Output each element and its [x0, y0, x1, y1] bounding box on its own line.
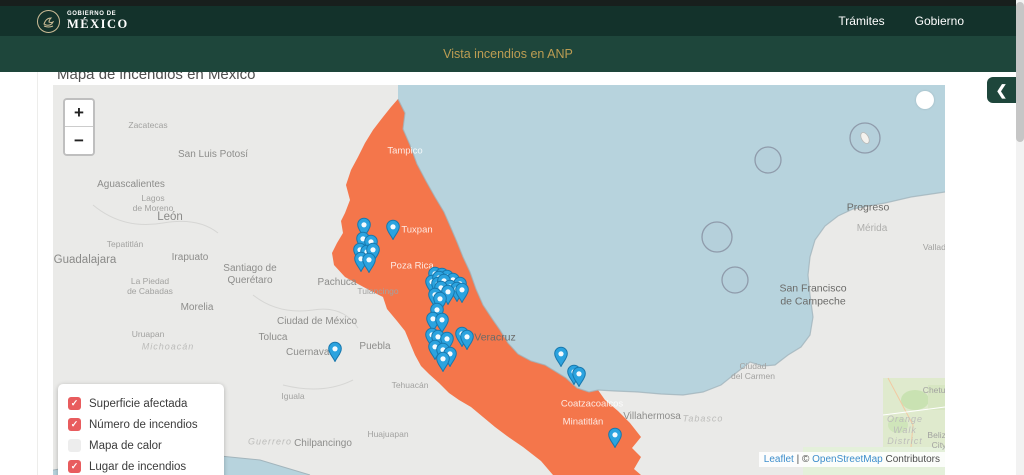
chevron-left-icon: ❮	[996, 82, 1008, 99]
map-pin-icon	[572, 366, 587, 387]
brand-text: GOBIERNO DE MÉXICO	[67, 11, 129, 30]
banner-title: Vista incendios en ANP	[443, 47, 573, 61]
nav-link-gobierno[interactable]: Gobierno	[915, 14, 964, 28]
legend-checkbox[interactable]: ✓	[68, 418, 81, 431]
gobierno-de-mexico-logo[interactable]: GOBIERNO DE MÉXICO	[37, 10, 129, 33]
zoom-in-button[interactable]: +	[65, 100, 93, 127]
zoom-out-button[interactable]: −	[65, 127, 93, 154]
scrollbar-thumb[interactable]	[1016, 2, 1024, 142]
mexico-seal-icon	[37, 10, 60, 33]
legend-item: ✓ Lugar de incendios	[68, 456, 214, 475]
fire-location-marker[interactable]	[436, 351, 451, 372]
side-panel-toggle-button[interactable]: ❮	[987, 77, 1016, 103]
zoom-control: + −	[63, 98, 95, 156]
fire-location-marker[interactable]	[362, 252, 377, 273]
map-pin-icon	[608, 427, 623, 448]
nav-link-tramites[interactable]: Trámites	[838, 14, 884, 28]
layers-legend: ✓ Superficie afectada ✓ Número de incendios…	[58, 384, 224, 475]
legend-checkbox[interactable]	[68, 439, 81, 452]
fire-location-marker[interactable]	[455, 282, 470, 303]
fire-location-marker[interactable]	[608, 427, 623, 448]
legend-label: Superficie afectada	[89, 398, 187, 410]
attribution-tail: Contributors	[883, 454, 940, 465]
fire-location-marker[interactable]	[386, 219, 401, 240]
legend-checkbox[interactable]: ✓	[68, 460, 81, 473]
legend-item: ✓ Número de incendios	[68, 414, 214, 435]
map-pin-icon	[328, 341, 343, 362]
page-left-border	[37, 72, 38, 475]
map-pin-icon	[362, 252, 377, 273]
fire-location-marker[interactable]	[460, 329, 475, 350]
gov-nav: Trámites Gobierno	[838, 14, 1016, 28]
legend-label: Mapa de calor	[89, 440, 162, 452]
white-circle-marker	[916, 91, 934, 109]
app-banner: Vista incendios en ANP	[0, 36, 1016, 72]
fire-location-marker[interactable]	[572, 366, 587, 387]
map-attribution: Leaflet | © OpenStreetMap Contributors	[759, 452, 945, 467]
leaflet-link[interactable]: Leaflet	[764, 454, 794, 465]
map-pin-icon	[386, 219, 401, 240]
map-pin-icon	[455, 282, 470, 303]
attribution-separator: | ©	[794, 454, 812, 465]
leaflet-map[interactable]: ZacatecasSan Luis PotosíAguascalientesLa…	[53, 85, 945, 475]
fire-location-marker[interactable]	[328, 341, 343, 362]
map-pin-icon	[460, 329, 475, 350]
page-scrollbar[interactable]	[1016, 0, 1024, 475]
legend-label: Lugar de incendios	[89, 461, 186, 473]
openstreetmap-link[interactable]: OpenStreetMap	[812, 454, 883, 465]
gov-header: GOBIERNO DE MÉXICO Trámites Gobierno	[0, 6, 1016, 36]
legend-item: Mapa de calor	[68, 435, 214, 456]
legend-label: Número de incendios	[89, 419, 198, 431]
legend-checkbox[interactable]: ✓	[68, 397, 81, 410]
map-pin-icon	[436, 351, 451, 372]
brand-line2: MÉXICO	[67, 18, 129, 31]
legend-item: ✓ Superficie afectada	[68, 393, 214, 414]
